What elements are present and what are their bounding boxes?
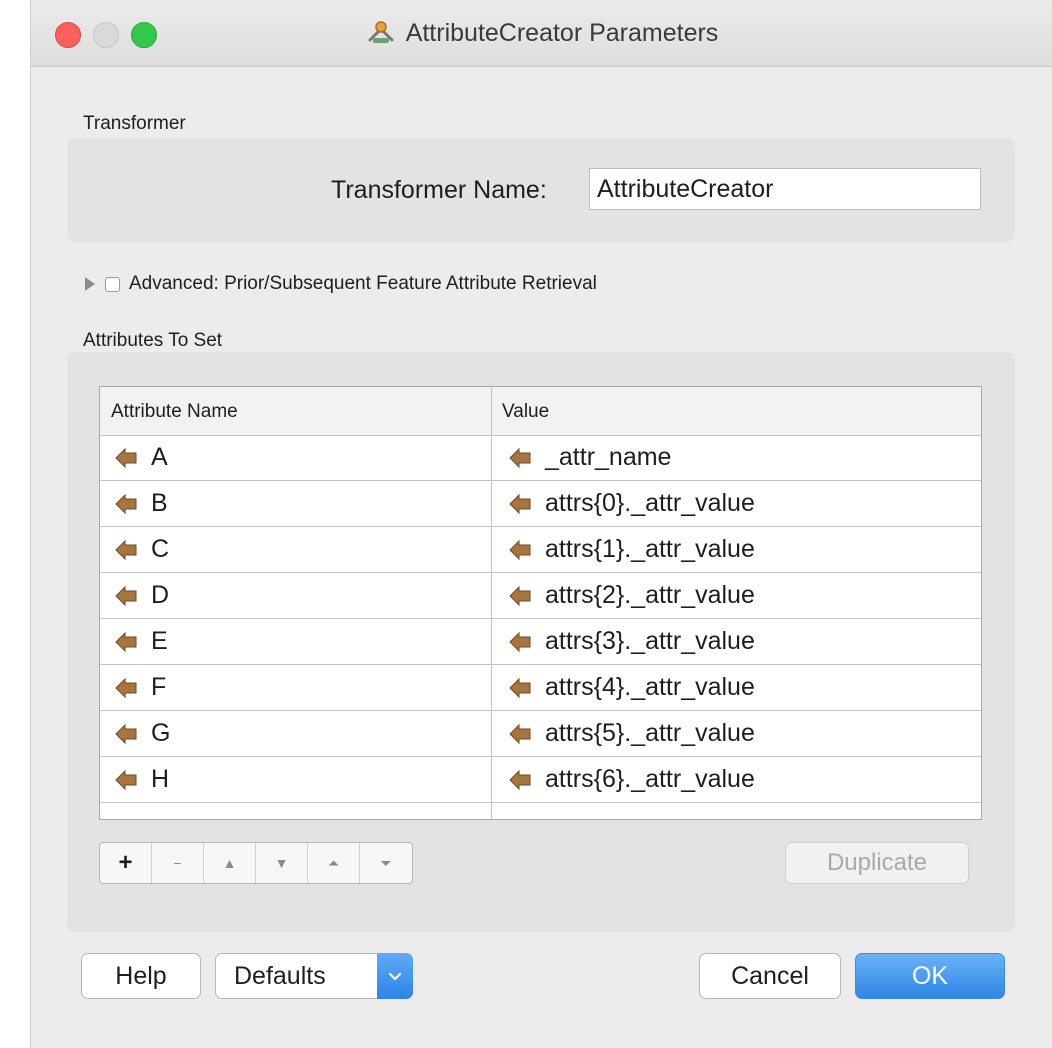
attribute-name-cell[interactable]: C [114,527,169,572]
attribute-value-text: attrs{1}._attr_value [545,535,755,563]
table-row[interactable]: D attrs{2}._attr_value [100,573,981,619]
help-button[interactable]: Help [81,953,201,999]
table-row[interactable]: B attrs{0}._attr_value [100,481,981,527]
move-up-button[interactable]: ▲ [204,843,256,883]
table-header: Attribute Name Value [100,387,981,436]
advanced-option-label[interactable]: Advanced: Prior/Subsequent Feature Attri… [129,273,597,295]
defaults-dropdown[interactable]: Defaults [215,953,413,999]
attributes-table: Attribute Name Value A _attr_name B attr… [99,386,982,820]
attribute-name-text: E [151,627,168,655]
attribute-name-cell[interactable]: F [114,665,166,710]
advanced-checkbox[interactable] [105,276,120,292]
attribute-value-cell[interactable]: attrs{2}._attr_value [508,573,755,618]
attribute-name-text: F [151,673,167,701]
attribute-value-cell[interactable]: attrs{1}._attr_value [508,527,755,572]
move-down-button[interactable]: ▼ [256,843,308,883]
attribute-arrow-icon [509,769,531,790]
attribute-value-cell[interactable]: attrs{4}._attr_value [508,665,755,710]
attribute-name-text: H [151,765,170,793]
attribute-value-text: attrs{3}._attr_value [545,627,755,655]
attribute-arrow-icon [509,723,531,744]
attribute-value-cell[interactable]: attrs{0}._attr_value [508,481,755,526]
attribute-value-text: attrs{2}._attr_value [545,581,755,609]
table-row[interactable]: E attrs{3}._attr_value [100,619,981,665]
attribute-name-cell[interactable]: D [114,573,169,618]
attribute-value-text: _attr_name [545,443,672,471]
table-row[interactable]: C attrs{1}._attr_value [100,527,981,573]
attribute-arrow-icon [115,677,137,698]
attribute-name-text: D [151,581,170,609]
attribute-arrow-icon [509,539,531,560]
attribute-name-cell[interactable]: B [114,481,168,526]
attribute-name-cell[interactable]: E [114,619,168,664]
attribute-value-cell[interactable]: attrs{5}._attr_value [508,711,755,756]
table-row[interactable]: F attrs{4}._attr_value [100,665,981,711]
column-header-value[interactable]: Value [502,401,549,423]
attribute-value-text: attrs{6}._attr_value [545,765,755,793]
advanced-option-row: Advanced: Prior/Subsequent Feature Attri… [85,270,597,298]
row-toolbar: + − ▲ ▼ ⏶ ⏷ [99,842,413,884]
attribute-arrow-icon [509,447,531,468]
attribute-name-cell[interactable]: G [114,711,170,756]
attribute-arrow-icon [115,493,137,514]
attribute-arrow-icon [509,631,531,652]
dialog-window: AttributeCreator Parameters Transformer … [30,0,1052,1048]
chevron-down-icon[interactable] [377,953,413,999]
defaults-label: Defaults [234,961,326,990]
table-row[interactable]: G attrs{5}._attr_value [100,711,981,757]
attribute-arrow-icon [509,677,531,698]
title-bar: AttributeCreator Parameters [31,0,1052,67]
attribute-arrow-icon [509,585,531,606]
attributes-section-label: Attributes To Set [83,330,223,351]
attribute-arrow-icon [115,631,137,652]
attribute-arrow-icon [115,447,137,468]
attribute-arrow-icon [115,723,137,744]
disclosure-triangle-icon[interactable] [85,277,95,291]
transformer-name-label: Transformer Name: [331,176,547,204]
table-row[interactable]: H attrs{6}._attr_value [100,757,981,803]
attribute-value-cell[interactable]: _attr_name [508,435,671,480]
attribute-value-text: attrs{4}._attr_value [545,673,755,701]
attribute-arrow-icon [115,539,137,560]
attribute-name-text: A [151,443,168,471]
attribute-name-cell[interactable]: A [114,435,168,480]
attribute-value-cell[interactable]: attrs{6}._attr_value [508,757,755,802]
attribute-arrow-icon [509,493,531,514]
column-divider [491,387,492,435]
remove-row-button[interactable]: − [152,843,204,883]
attribute-name-text: G [151,719,171,747]
table-row[interactable]: A _attr_name [100,435,981,481]
move-to-bottom-button[interactable]: ⏷ [360,843,412,883]
transformer-icon [368,21,394,43]
attribute-name-text: B [151,489,168,517]
transformer-section-label: Transformer [83,113,186,134]
window-title: AttributeCreator Parameters [405,18,719,47]
transformer-name-input[interactable] [589,168,981,210]
attribute-name-text: C [151,535,170,563]
move-to-top-button[interactable]: ⏶ [308,843,360,883]
duplicate-button[interactable]: Duplicate [785,842,969,884]
window-title-group: AttributeCreator Parameters [31,0,1052,66]
attribute-arrow-icon [115,585,137,606]
attribute-arrow-icon [115,769,137,790]
attribute-value-text: attrs{5}._attr_value [545,719,755,747]
column-header-attribute-name[interactable]: Attribute Name [111,401,238,423]
attribute-value-text: attrs{0}._attr_value [545,489,755,517]
attribute-name-cell[interactable]: H [114,757,169,802]
ok-button[interactable]: OK [855,953,1005,999]
cancel-button[interactable]: Cancel [699,953,841,999]
attribute-value-cell[interactable]: attrs{3}._attr_value [508,619,755,664]
add-row-button[interactable]: + [100,843,152,883]
